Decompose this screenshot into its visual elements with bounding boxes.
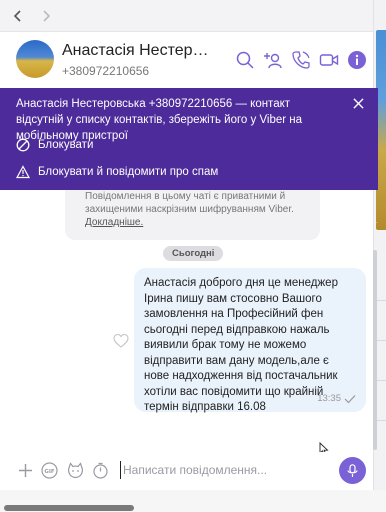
encryption-message: Повідомлення в цьому чаті є приватними й… [85,191,294,215]
like-icon[interactable] [113,333,129,349]
close-icon[interactable] [350,95,366,111]
block-icon [16,138,30,152]
search-icon[interactable] [234,49,256,71]
microphone-button[interactable] [339,457,366,484]
chat-area: Повідомлення в цьому чаті є приватними й… [0,190,373,456]
encryption-text: Повідомлення в цьому чаті є приватними й… [85,190,305,229]
plus-icon[interactable] [16,461,34,479]
vertical-scrollbar[interactable] [373,250,377,450]
timer-icon[interactable] [91,461,109,479]
block-label: Блокувати [38,139,94,151]
message-bubble[interactable]: Анастасія доброго дня це менеджер Ірина … [134,268,366,413]
chevron-right-icon[interactable] [36,6,56,26]
gif-icon[interactable]: GIF [40,461,58,479]
contact-phone: +380972210656 [62,64,150,78]
block-button[interactable]: Блокувати [16,135,93,155]
date-separator: Сьогодні [163,246,224,261]
window-toolbar [0,0,373,32]
sticker-icon[interactable] [66,461,84,479]
chevron-left-icon[interactable] [8,6,28,26]
avatar[interactable] [16,40,54,78]
microphone-icon [347,463,358,477]
encryption-notice: Повідомлення в цьому чаті є приватними й… [65,190,320,240]
block-and-report-button[interactable]: Блокувати й повідомити про спам [16,162,218,182]
check-icon [344,394,356,403]
contact-name[interactable]: Анастасія Нестеровська [62,42,210,60]
warning-icon [16,165,30,179]
chat-header: Анастасія Нестеровська +380972210656 [0,32,373,88]
message-input[interactable] [123,460,323,480]
block-and-report-label: Блокувати й повідомити про спам [38,166,219,178]
call-icon[interactable] [290,49,312,71]
message-meta: 13:35 [317,393,356,404]
add-participant-icon[interactable] [262,49,284,71]
horizontal-scrollbar[interactable] [4,505,134,511]
message-composer: GIF [0,452,373,490]
svg-text:GIF: GIF [44,469,55,475]
video-call-icon[interactable] [318,49,340,71]
message-time: 13:35 [317,393,341,404]
text-caret [120,461,121,479]
unknown-contact-banner: Анастасія Нестеровська +380972210656 — к… [0,88,378,223]
learn-more-link[interactable]: Докладніше. [85,217,143,228]
info-icon[interactable] [346,49,368,71]
